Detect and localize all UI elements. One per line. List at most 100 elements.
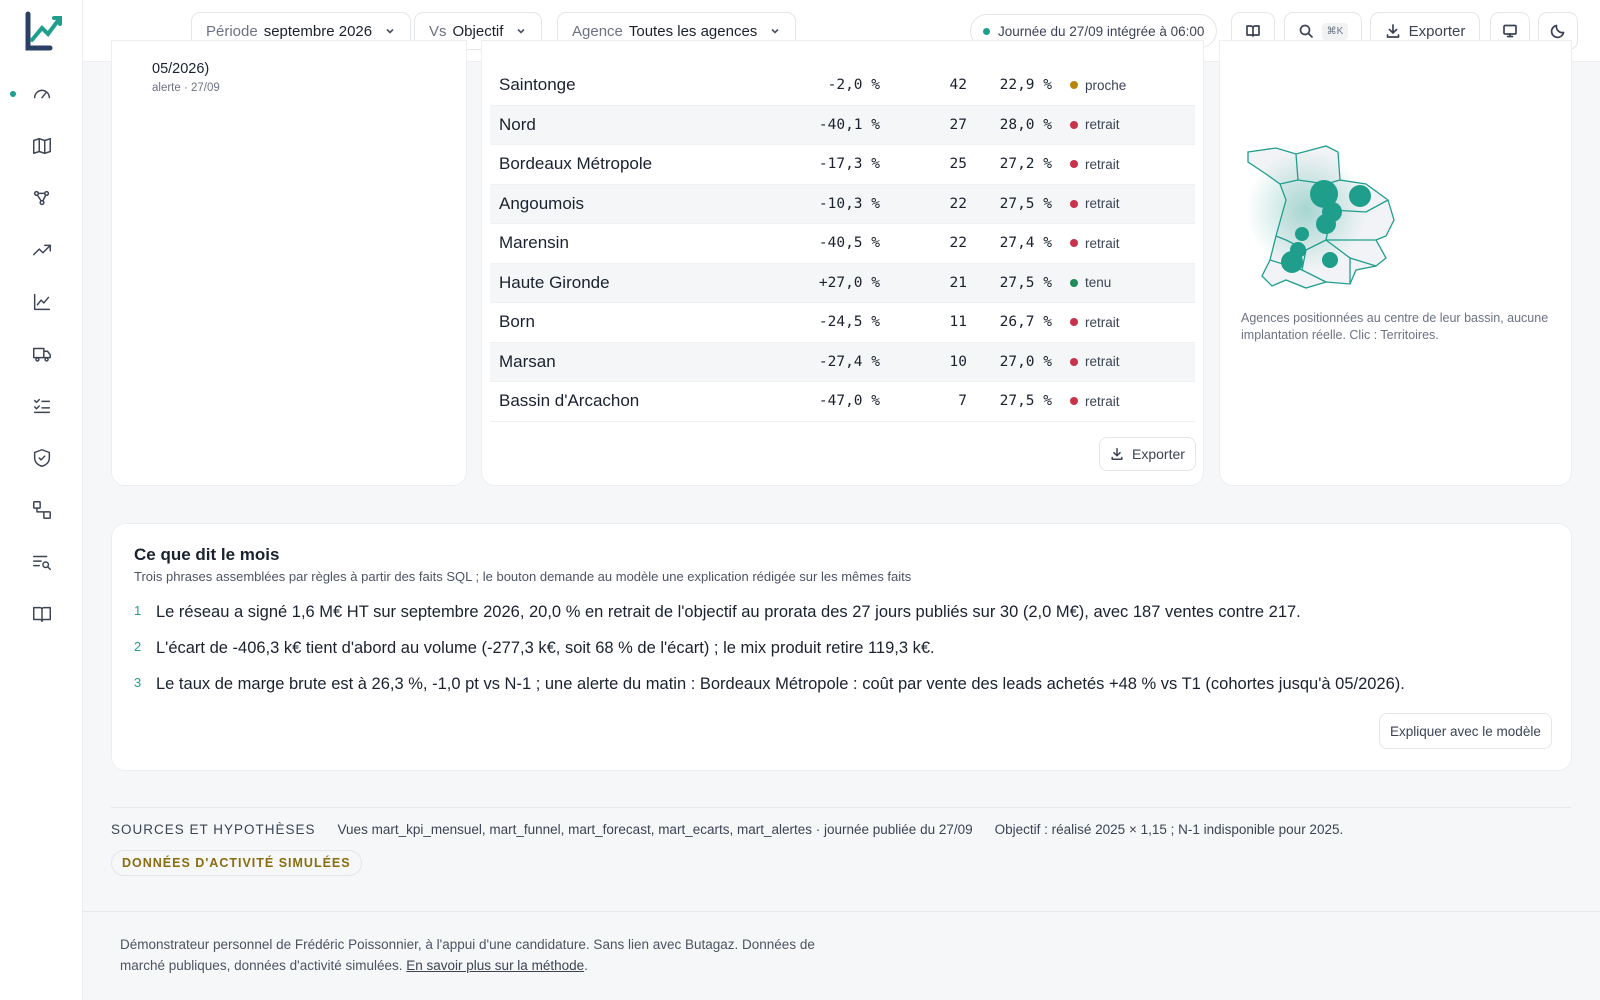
table-row[interactable]: Bassin d'Arcachon -47,0 % 7 27,5 % retrait	[490, 382, 1195, 422]
margin-rate: 27,2 %	[999, 156, 1052, 173]
status-label: retrait	[1085, 393, 1120, 409]
insight-text: Le taux de marge brute est à 26,3 %, -1,…	[156, 675, 1405, 693]
month-title: Ce que dit le mois	[134, 545, 280, 564]
insight-number: 2	[134, 639, 142, 654]
sales-count: 7	[958, 393, 967, 410]
table-row[interactable]: Angoumois -10,3 % 22 27,5 % retrait	[490, 184, 1195, 224]
map-marker[interactable]	[1316, 214, 1336, 234]
map-marker[interactable]	[1281, 251, 1303, 273]
table-row[interactable]: Marensin -40,5 % 22 27,4 % retrait	[490, 224, 1195, 264]
sales-count: 22	[949, 195, 967, 212]
sales-count: 27	[949, 116, 967, 133]
nav-workflow-icon[interactable]	[28, 496, 56, 524]
status-badge: retrait	[1070, 117, 1120, 132]
export-label: Exporter	[1408, 22, 1466, 40]
methodology-link[interactable]: En savoir plus sur la méthode	[406, 958, 584, 973]
agency-name: Born	[499, 312, 535, 332]
table-row[interactable]: Marsan -27,4 % 10 27,0 % retrait	[490, 342, 1195, 382]
status-badge: retrait	[1070, 236, 1120, 251]
status-badge: retrait	[1070, 315, 1120, 330]
insight-number: 3	[134, 675, 142, 690]
nav-book-icon[interactable]	[28, 600, 56, 628]
nav-checklist-icon[interactable]	[28, 392, 56, 420]
alert-text-tail: 05/2026)	[152, 61, 210, 77]
margin-rate: 27,5 %	[999, 195, 1052, 212]
footer: Démonstrateur personnel de Frédéric Pois…	[83, 911, 1600, 1000]
status-label: tenu	[1085, 275, 1112, 291]
nav-search-list-icon[interactable]	[28, 548, 56, 576]
agency-name: Angoumois	[499, 193, 585, 213]
chevron-down-icon	[517, 28, 525, 34]
agencies-map[interactable]	[1236, 140, 1426, 310]
nav-map-icon[interactable]	[28, 132, 56, 160]
explain-label: Expliquer avec le modèle	[1390, 723, 1541, 739]
table-row[interactable]: Saintonge -2,0 % 42 22,9 % proche	[490, 66, 1195, 106]
agency-name: Marsan	[499, 351, 556, 371]
moon-icon	[1550, 24, 1565, 39]
margin-rate: 22,9 %	[999, 77, 1052, 94]
nav-funnel-network-icon[interactable]	[28, 184, 56, 212]
insight-number: 1	[134, 603, 142, 618]
ecart-value: +27,0 %	[818, 274, 880, 291]
sales-count: 42	[949, 77, 967, 94]
nav-truck-icon[interactable]	[28, 340, 56, 368]
monitor-icon	[1503, 24, 1517, 38]
vs-value: Objectif	[452, 22, 504, 40]
chevron-down-icon	[771, 28, 779, 34]
agency-name: Haute Gironde	[499, 272, 610, 292]
ecart-value: -27,4 %	[818, 353, 880, 370]
status-label: retrait	[1085, 196, 1120, 212]
vs-label: Vs	[429, 22, 447, 40]
nav-line-chart-icon[interactable]	[28, 288, 56, 316]
explain-with-model-button[interactable]: Expliquer avec le modèle	[1379, 713, 1552, 749]
insight-text: L'écart de -406,3 k€ tient d'abord au vo…	[156, 639, 935, 657]
status-dot	[1070, 278, 1078, 287]
table-row[interactable]: Nord -40,1 % 27 28,0 % retrait	[490, 105, 1195, 145]
ecart-value: -17,3 %	[818, 156, 880, 173]
map-marker[interactable]	[1322, 252, 1338, 268]
status-badge: retrait	[1070, 157, 1120, 172]
status-dot	[1070, 160, 1078, 169]
status-dot	[1070, 397, 1078, 406]
sources-row: SOURCES ET HYPOTHÈSES Vues mart_kpi_mens…	[111, 822, 1343, 837]
table-export-button[interactable]: Exporter	[1099, 437, 1196, 471]
map-marker[interactable]	[1349, 185, 1371, 207]
nav-dashboard-gauge-icon[interactable]	[28, 80, 56, 108]
search-icon	[1299, 24, 1313, 38]
insight-item: 2 L'écart de -406,3 k€ tient d'abord au …	[134, 639, 935, 658]
sales-count: 25	[949, 156, 967, 173]
table-row[interactable]: Haute Gironde +27,0 % 21 27,5 % tenu	[490, 263, 1195, 303]
status-label: retrait	[1085, 235, 1120, 251]
agency-name: Bordeaux Métropole	[499, 154, 653, 174]
ecart-value: -24,5 %	[818, 314, 880, 331]
sales-count: 11	[949, 314, 967, 331]
ecart-value: -2,0 %	[827, 77, 880, 94]
margin-rate: 27,5 %	[999, 274, 1052, 291]
map-marker[interactable]	[1295, 227, 1309, 241]
margin-rate: 27,4 %	[999, 235, 1052, 252]
table-export-label: Exporter	[1132, 446, 1185, 462]
status-badge: retrait	[1070, 196, 1120, 211]
search-shortcut: ⌘K	[1321, 22, 1349, 40]
period-value: septembre 2026	[263, 22, 373, 40]
alerts-card	[111, 40, 467, 486]
status-label: retrait	[1085, 117, 1120, 133]
sources-objective: Objectif : réalisé 2025 × 1,15 ; N-1 ind…	[994, 822, 1344, 837]
status-label: retrait	[1085, 354, 1120, 370]
ecart-value: -40,5 %	[818, 235, 880, 252]
footer-text: Démonstrateur personnel de Frédéric Pois…	[120, 934, 840, 976]
status-badge: retrait	[1070, 394, 1120, 409]
nav-trend-icon[interactable]	[28, 236, 56, 264]
ecart-value: -47,0 %	[818, 393, 880, 410]
status-badge: retrait	[1070, 354, 1120, 369]
nav-shield-icon[interactable]	[28, 444, 56, 472]
table-row[interactable]: Bordeaux Métropole -17,3 % 25 27,2 % retrait	[490, 145, 1195, 185]
app-logo[interactable]	[20, 10, 64, 54]
agency-name: Nord	[499, 114, 536, 134]
chevron-down-icon	[386, 28, 394, 34]
sources-divider	[111, 807, 1571, 808]
table-row[interactable]: Born -24,5 % 11 26,7 % retrait	[490, 303, 1195, 343]
map-note: Agences positionnées au centre de leur b…	[1241, 311, 1549, 342]
alert-meta: alerte · 27/09	[152, 82, 220, 94]
active-nav-indicator	[10, 91, 16, 97]
